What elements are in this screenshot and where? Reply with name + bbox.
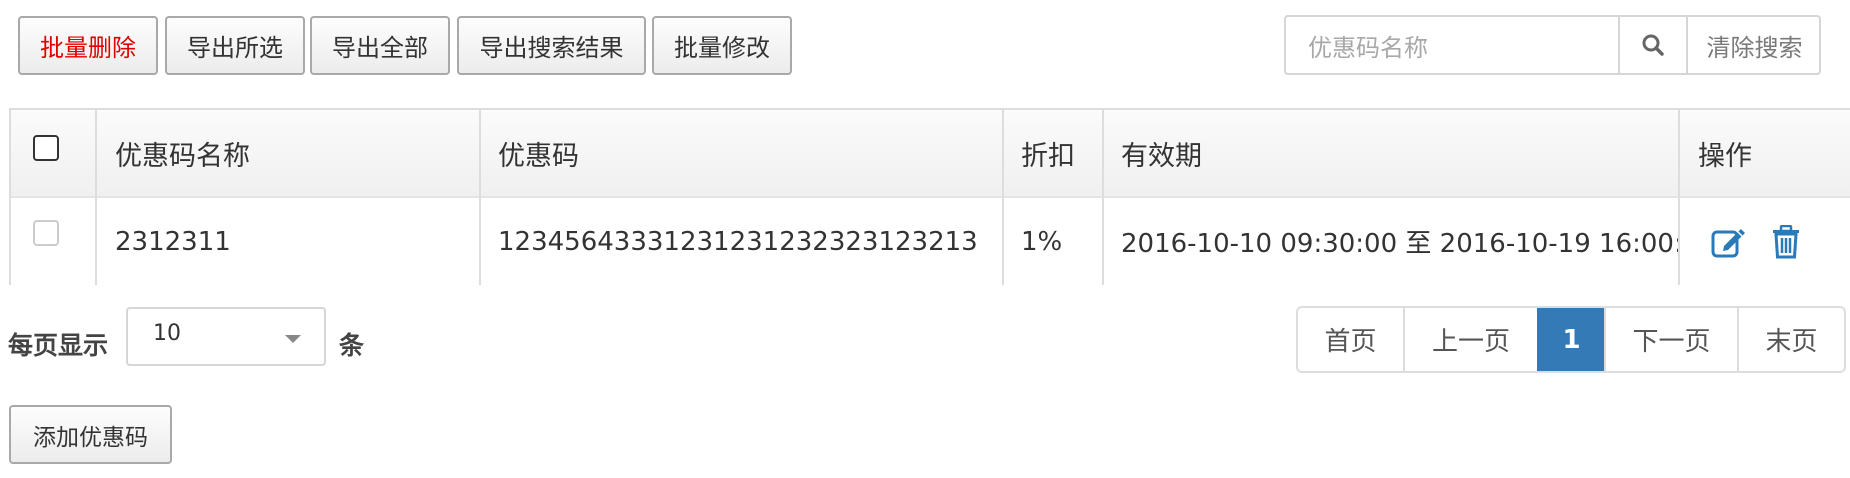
table-header bbox=[11, 110, 1850, 198]
export-search-results-button[interactable]: 导出搜索结果 bbox=[457, 16, 646, 75]
search-button[interactable] bbox=[1618, 17, 1686, 73]
export-all-button[interactable]: 导出全部 bbox=[310, 16, 450, 75]
pagination: 首页 上一页 1 下一页 末页 bbox=[1296, 306, 1846, 373]
edit-icon bbox=[1711, 229, 1745, 258]
page-size-label: 每页显示 bbox=[8, 331, 109, 360]
page-size-unit: 条 bbox=[339, 331, 365, 360]
search-icon bbox=[1642, 34, 1664, 56]
select-all-checkbox[interactable] bbox=[33, 135, 59, 161]
column-divider bbox=[1678, 110, 1680, 285]
cell-discount: 1% bbox=[1021, 226, 1063, 257]
page-size-value: 10 bbox=[153, 321, 181, 346]
header-coupon-name[interactable]: 优惠码名称 bbox=[115, 110, 250, 196]
search-input[interactable]: 优惠码名称 bbox=[1286, 17, 1618, 73]
prev-page-link[interactable]: 上一页 bbox=[1403, 308, 1537, 371]
header-actions: 操作 bbox=[1698, 140, 1752, 172]
caret-down-icon bbox=[285, 335, 301, 343]
column-divider bbox=[95, 110, 97, 285]
column-divider bbox=[479, 110, 481, 285]
export-selected-button[interactable]: 导出所选 bbox=[165, 16, 305, 75]
clear-search-button[interactable]: 清除搜索 bbox=[1686, 17, 1821, 73]
header-coupon-code[interactable]: 优惠码 bbox=[498, 110, 579, 196]
next-page-link[interactable]: 下一页 bbox=[1604, 308, 1737, 371]
current-page[interactable]: 1 bbox=[1537, 308, 1604, 371]
header-validity[interactable]: 有效期 bbox=[1121, 110, 1202, 196]
add-coupon-button[interactable]: 添加优惠码 bbox=[9, 405, 172, 464]
search-group: 优惠码名称 清除搜索 bbox=[1284, 15, 1821, 75]
delete-button[interactable] bbox=[1769, 222, 1803, 262]
row-checkbox[interactable] bbox=[33, 220, 59, 246]
column-divider bbox=[1102, 110, 1104, 285]
coupon-table: 优惠码名称 优惠码 折扣 有效期 操作 2312311 123456433312… bbox=[9, 108, 1850, 285]
column-divider bbox=[1002, 110, 1004, 285]
batch-delete-button[interactable]: 批量删除 bbox=[18, 16, 158, 75]
page-size-select[interactable]: 10 bbox=[126, 307, 326, 366]
first-page-link[interactable]: 首页 bbox=[1298, 308, 1403, 371]
trash-icon bbox=[1773, 225, 1799, 259]
batch-edit-button[interactable]: 批量修改 bbox=[652, 16, 792, 75]
cell-coupon-code: 12345643331231231232323123213 bbox=[498, 226, 978, 257]
header-discount[interactable]: 折扣 bbox=[1021, 110, 1075, 196]
last-page-link[interactable]: 末页 bbox=[1737, 308, 1844, 371]
cell-coupon-name: 2312311 bbox=[115, 226, 231, 257]
edit-button[interactable] bbox=[1709, 222, 1749, 262]
cell-validity: 2016-10-10 09:30:00 至 2016-10-19 16:00:0… bbox=[1121, 229, 1678, 259]
